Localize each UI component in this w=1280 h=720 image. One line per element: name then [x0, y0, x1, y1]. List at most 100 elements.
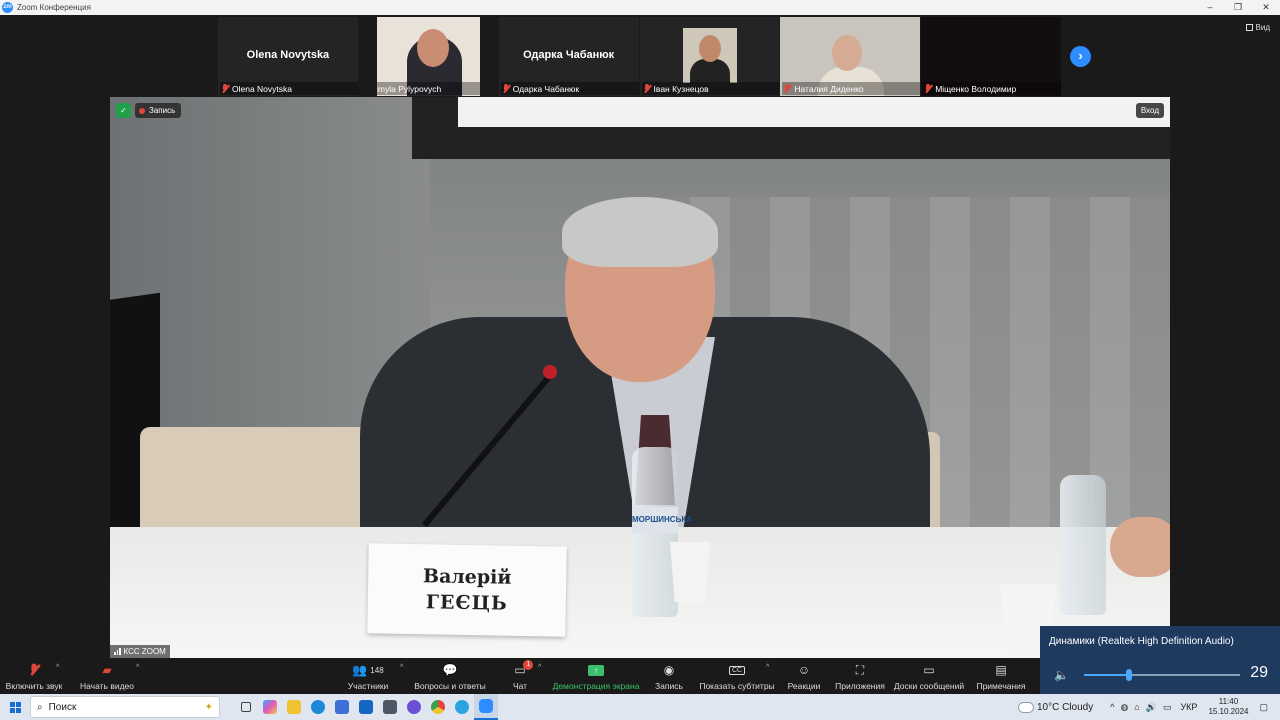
- chrome-icon[interactable]: [426, 694, 450, 720]
- video-chair-left: [140, 427, 390, 537]
- signal-strength-icon: [114, 648, 121, 655]
- apps-button[interactable]: ⛶ Приложения: [835, 658, 885, 694]
- participants-button[interactable]: 👥 148 Участники: [346, 658, 390, 694]
- captions-icon: CC: [728, 661, 746, 679]
- notifications-icon[interactable]: ▢: [1259, 702, 1268, 713]
- qa-button[interactable]: 💬 Вопросы и ответы: [414, 658, 486, 694]
- chat-button[interactable]: ▭ 1 Чат: [508, 658, 534, 694]
- participant-caption: Міщенко Володимир: [923, 82, 1062, 95]
- taskbar-search-box[interactable]: ⌕ Поиск ✦: [30, 696, 220, 718]
- mic-muted-icon: [924, 83, 932, 94]
- participant-name-large: Olena Novytska: [246, 49, 330, 61]
- volume-slider-fill: [1084, 674, 1130, 676]
- participant-tile[interactable]: Liudmyla Pylypovych: [376, 17, 480, 96]
- mic-muted-icon: [221, 83, 229, 94]
- next-page-chevron-icon[interactable]: ›: [1070, 46, 1091, 67]
- participant-tile[interactable]: Міщенко Володимир: [921, 17, 1062, 96]
- file-explorer-icon[interactable]: [282, 694, 306, 720]
- telegram-icon[interactable]: [450, 694, 474, 720]
- encryption-shield-icon[interactable]: ✓: [116, 103, 131, 118]
- paper-cup: [670, 542, 710, 602]
- store-icon[interactable]: [330, 694, 354, 720]
- network-icon[interactable]: ⌂: [1134, 702, 1139, 712]
- start-button[interactable]: [0, 694, 30, 720]
- title-bar: zm Zoom Конференция – ❐ ✕: [0, 0, 1280, 15]
- participants-icon: 👥 148: [352, 663, 384, 677]
- participant-name: Одарка Чабанюк: [512, 83, 580, 94]
- start-video-button[interactable]: ▰ Начать видео: [80, 658, 134, 694]
- participant-caption: Одарка Чабанюк: [500, 82, 639, 95]
- water-bottle: МОРШИНСЬКА: [632, 447, 692, 617]
- calculator-icon[interactable]: [378, 694, 402, 720]
- reactions-button[interactable]: ☺ Реакции: [786, 658, 822, 694]
- grid-view-icon: [1245, 24, 1253, 31]
- speaker-name: КСС ZOOM: [123, 647, 166, 656]
- windows-taskbar: ⌕ Поиск ✦ 10°C Cloudy ^ ◍ ⌂ 🔊 ▭ УКР 11:4…: [0, 694, 1280, 720]
- weather-widget[interactable]: 10°C Cloudy: [1018, 702, 1093, 713]
- chat-chevron-icon[interactable]: ^: [538, 664, 541, 671]
- audio-options-chevron-icon[interactable]: ^: [56, 664, 59, 671]
- whiteboards-label: Доски сообщений: [893, 681, 965, 691]
- start-video-label: Начать видео: [80, 681, 135, 691]
- chat-label: Чат: [512, 681, 528, 691]
- record-button[interactable]: ◉ Запись: [654, 658, 684, 694]
- volume-slider[interactable]: [1084, 669, 1240, 681]
- exit-button[interactable]: Вход: [1135, 103, 1164, 118]
- close-window-button[interactable]: ✕: [1252, 0, 1280, 15]
- media-player-icon[interactable]: [402, 694, 426, 720]
- whiteboards-button[interactable]: ▭ Доски сообщений: [894, 658, 964, 694]
- participant-tile[interactable]: Одарка Чабанюк Одарка Чабанюк: [498, 17, 639, 96]
- unmute-button[interactable]: Включить звук: [6, 658, 62, 694]
- task-view-icon[interactable]: [234, 694, 258, 720]
- system-tray: 10°C Cloudy ^ ◍ ⌂ 🔊 ▭ УКР 11:40 15.10.20…: [1018, 694, 1280, 720]
- copilot-icon[interactable]: [258, 694, 282, 720]
- unmute-label: Включить звук: [5, 681, 63, 691]
- participant-tile[interactable]: Наталия Диденко: [780, 17, 921, 96]
- captions-chevron-icon[interactable]: ^: [766, 664, 769, 671]
- meeting-area: Вид Olena Novytska Olena Novytska Liudmy…: [0, 15, 1280, 658]
- tray-overflow-chevron-icon[interactable]: ^: [1110, 702, 1114, 712]
- keyboard-language[interactable]: УКР: [1180, 702, 1197, 712]
- speaker-hair: [562, 197, 718, 267]
- edge-browser-icon[interactable]: [306, 694, 330, 720]
- participant-name: Міщенко Володимир: [935, 83, 1017, 94]
- battery-icon[interactable]: ▭: [1163, 702, 1172, 713]
- window-title: Zoom Конференция: [17, 3, 91, 12]
- zoom-taskbar-icon[interactable]: [474, 694, 498, 720]
- participant-tile[interactable]: Іван Кузнецов: [639, 17, 780, 96]
- speaker-volume-icon[interactable]: 🔈: [1054, 668, 1069, 682]
- share-screen-label: Демонстрация экрана: [552, 681, 640, 691]
- recording-indicator: ✓ Запись: [116, 103, 182, 118]
- notes-button[interactable]: ▤ Примечания: [976, 658, 1026, 694]
- captions-button[interactable]: CC Показать субтитры: [699, 658, 775, 694]
- chat-badge: 1: [523, 660, 534, 670]
- neighbour-hand: [1110, 517, 1170, 577]
- participants-label: Участники: [347, 681, 389, 691]
- recording-pill[interactable]: Запись: [135, 103, 182, 118]
- volume-level: 29: [1250, 664, 1268, 681]
- minimize-button[interactable]: –: [1196, 0, 1224, 15]
- recording-label: Запись: [149, 106, 176, 115]
- clock-date: 15.10.2024: [1208, 707, 1249, 716]
- volume-slider-thumb[interactable]: [1126, 669, 1133, 681]
- participant-name: Liudmyla Pylypovych: [377, 83, 442, 94]
- water-bottle-right: [1060, 475, 1106, 615]
- participant-tile[interactable]: Olena Novytska Olena Novytska: [218, 17, 358, 96]
- clock[interactable]: 11:40 15.10.2024: [1208, 697, 1248, 717]
- apps-label: Приложения: [835, 681, 885, 691]
- apps-icon: ⛶: [855, 662, 865, 677]
- record-icon: ◉: [663, 663, 675, 677]
- participant-video-body: [689, 59, 730, 83]
- tray-app-icon[interactable]: ◍: [1120, 702, 1128, 713]
- participants-chevron-icon[interactable]: ^: [400, 664, 403, 671]
- view-button[interactable]: Вид: [1245, 23, 1270, 32]
- video-options-chevron-icon[interactable]: ^: [136, 664, 139, 671]
- share-screen-button[interactable]: ↑ Демонстрация экрана: [552, 658, 640, 694]
- zoom-logo-icon: zm: [2, 2, 13, 13]
- mail-icon[interactable]: [354, 694, 378, 720]
- participant-name: Olena Novytska: [232, 83, 292, 94]
- maximize-button[interactable]: ❐: [1224, 0, 1252, 15]
- volume-tray-icon[interactable]: 🔊: [1146, 702, 1157, 713]
- video-projector-surface: [458, 97, 1170, 127]
- search-highlight-icon: ✦: [204, 701, 213, 713]
